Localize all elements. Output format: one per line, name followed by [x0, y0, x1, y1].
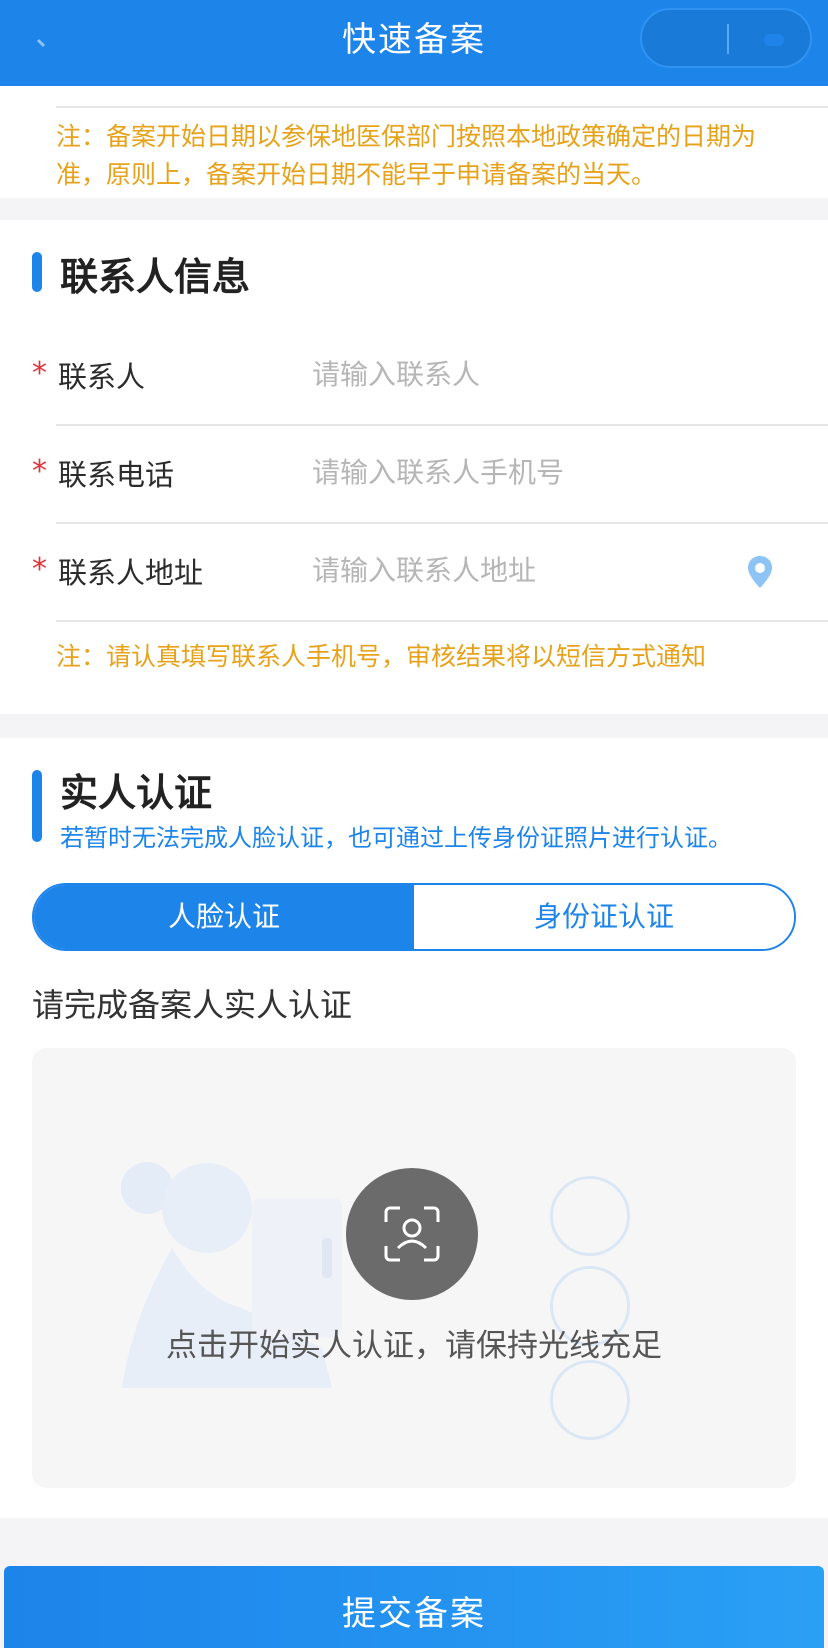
no-mask-icon	[550, 1360, 630, 1440]
required-mark: *	[32, 356, 47, 391]
divider	[56, 620, 828, 622]
face-scan-icon	[384, 1206, 440, 1262]
divider	[56, 106, 828, 108]
contact-phone-label: 联系电话	[58, 458, 175, 492]
start-face-auth-button[interactable]	[346, 1168, 478, 1300]
auth-subtitle: 若暂时无法完成人脸认证，也可通过上传身份证照片进行认证。	[60, 824, 732, 852]
top-bar: 快速备案	[0, 0, 828, 86]
auth-method-tabs: 人脸认证 身份证认证	[32, 883, 796, 951]
tab-id-card-auth[interactable]: 身份证认证	[414, 885, 794, 949]
auth-prompt: 请完成备案人实人认证	[32, 986, 353, 1024]
contact-phone-input[interactable]	[312, 444, 732, 500]
close-icon[interactable]	[764, 34, 784, 46]
required-mark: *	[32, 552, 47, 587]
date-note-card: 注：备案开始日期以参保地医保部门按照本地政策确定的日期为准，原则上，备案开始日期…	[0, 86, 828, 198]
section-indicator	[32, 770, 42, 842]
required-mark: *	[32, 454, 47, 489]
contact-name-label: 联系人	[58, 360, 146, 394]
auth-section-title: 实人认证	[60, 771, 213, 815]
contact-address-row: * 联系人地址	[0, 524, 828, 620]
date-note: 注：备案开始日期以参保地医保部门按照本地政策确定的日期为准，原则上，备案开始日期…	[56, 122, 757, 189]
no-glasses-icon	[550, 1176, 630, 1256]
contact-card: 联系人信息 * 联系人 * 联系电话 * 联系人地址 注：请认真填写联系人手机号…	[0, 220, 828, 714]
face-auth-area[interactable]: 点击开始实人认证，请保持光线充足	[32, 1048, 796, 1488]
contact-name-row: * 联系人	[0, 328, 828, 424]
tab-face-auth[interactable]: 人脸认证	[34, 885, 414, 949]
contact-address-label: 联系人地址	[58, 556, 204, 590]
contact-section-title: 联系人信息	[60, 255, 251, 299]
menu-capsule[interactable]	[640, 8, 812, 68]
contact-note: 注：请认真填写联系人手机号，审核结果将以短信方式通知	[56, 642, 707, 671]
submit-button[interactable]: 提交备案	[4, 1566, 824, 1648]
location-pin-icon[interactable]	[746, 554, 774, 590]
contact-phone-row: * 联系电话	[0, 426, 828, 522]
capsule-divider	[727, 24, 729, 54]
section-indicator	[32, 252, 42, 292]
face-auth-hint: 点击开始实人认证，请保持光线充足	[166, 1328, 662, 1364]
contact-name-input[interactable]	[312, 346, 732, 402]
contact-address-input[interactable]	[312, 542, 712, 598]
